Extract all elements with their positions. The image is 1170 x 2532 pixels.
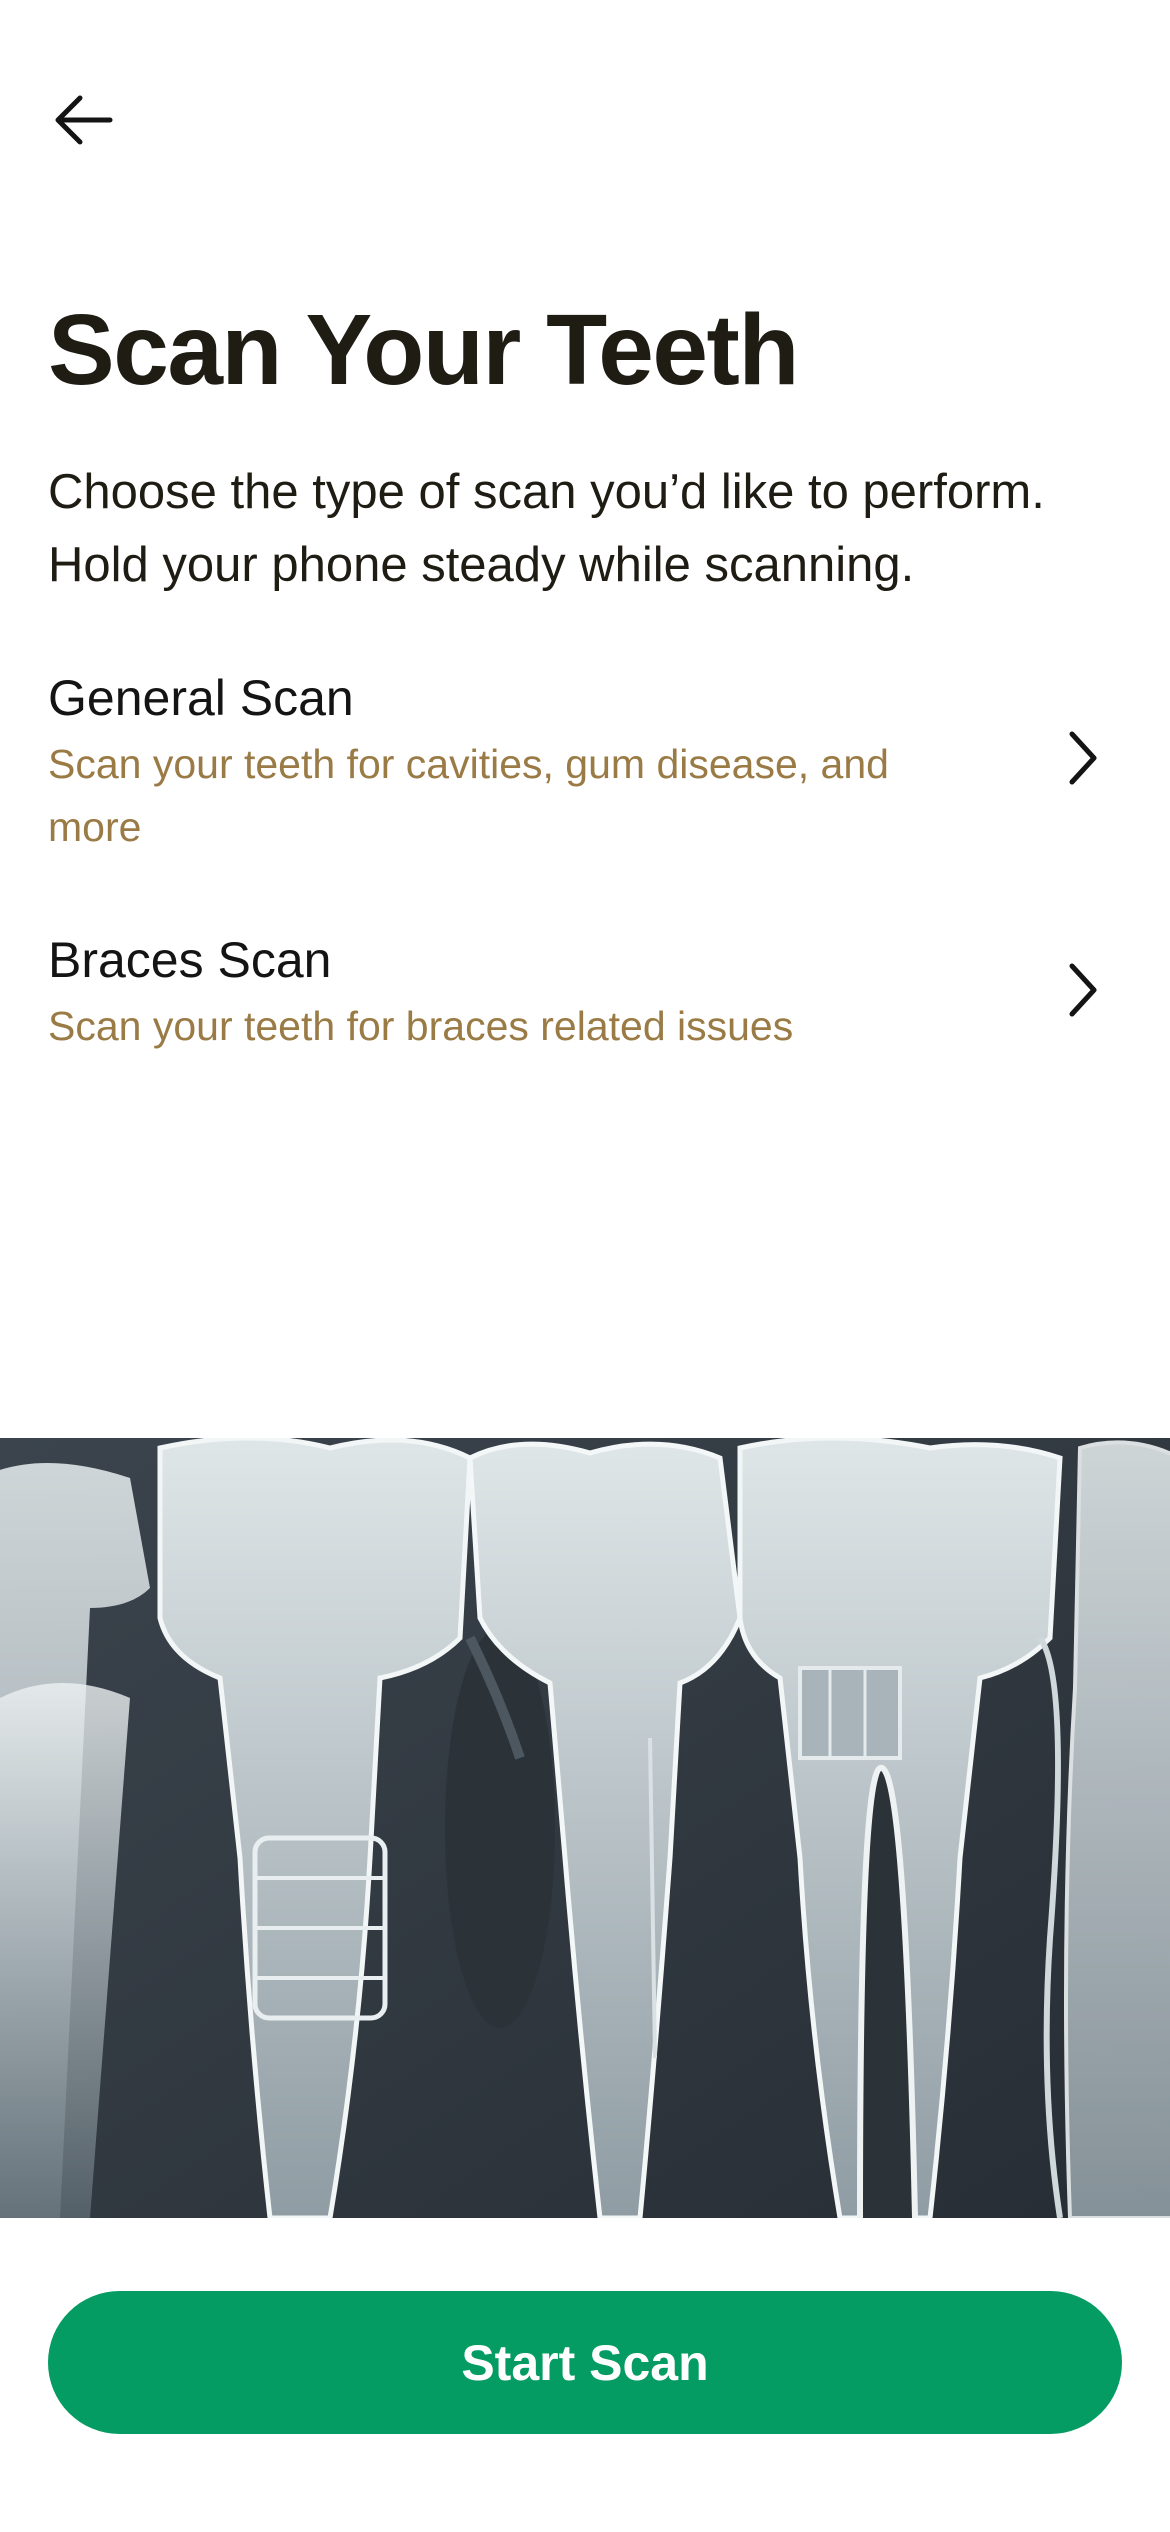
description-line: Scan your teeth for cavities, gum diseas… [48,741,889,787]
braces-scan-description: Scan your teeth for braces related issue… [48,1003,794,1049]
start-scan-label: Start Scan [461,2334,709,2391]
braces-scan-title: Braces Scan [48,932,332,988]
chevron-right-icon[interactable] [1052,723,1112,793]
general-scan-option[interactable]: General Scan Scan your teeth for cavitie… [48,663,1122,863]
page-title: Scan Your Teeth [48,294,799,406]
scan-teeth-screen: Scan Your Teeth Choose the type of scan … [0,0,1170,2532]
arrow-left-icon [55,95,113,145]
braces-scan-text: Braces Scan Scan your teeth for braces r… [48,925,1008,1058]
general-scan-text: General Scan Scan your teeth for cavitie… [48,663,1008,859]
teeth-xray-image [0,1438,1170,2218]
teeth-xray-illustration [0,1438,1170,2218]
general-scan-description: Scan your teeth for cavities, gum diseas… [48,733,1008,859]
page-subtitle: Choose the type of scan you’d like to pe… [48,456,1148,602]
chevron-right-icon[interactable] [1052,955,1112,1025]
back-button[interactable] [40,80,128,160]
general-scan-title: General Scan [48,670,354,726]
braces-scan-option[interactable]: Braces Scan Scan your teeth for braces r… [48,925,1122,1055]
subtitle-line: Choose the type of scan you’d like to pe… [48,465,1045,519]
start-scan-button[interactable]: Start Scan [48,2291,1122,2434]
subtitle-line: Hold your phone steady while scanning. [48,538,915,592]
description-line: more [48,804,142,850]
